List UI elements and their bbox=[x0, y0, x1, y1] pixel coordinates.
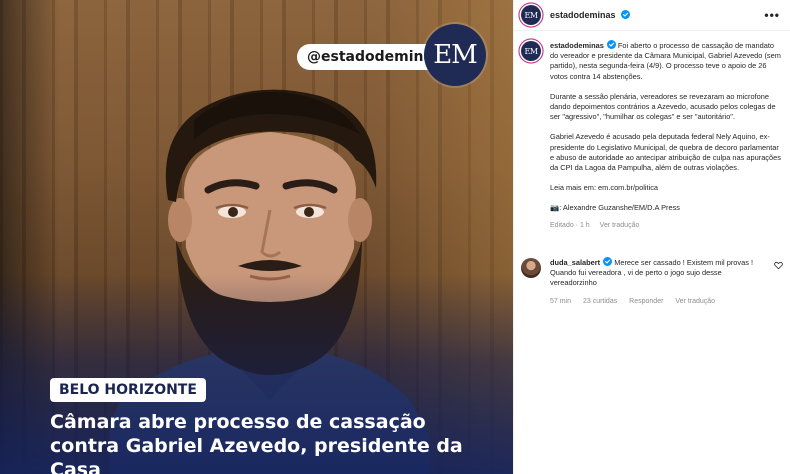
like-heart-icon[interactable] bbox=[774, 261, 783, 270]
caption-avatar[interactable]: EM bbox=[521, 41, 541, 61]
caption-meta: Editado · 1 h Ver tradução bbox=[550, 221, 783, 231]
header-username[interactable]: estadodeminas bbox=[550, 10, 631, 20]
caption-link-line: Leia mais em: em.com.br/politica bbox=[550, 183, 659, 193]
post-header: EM estadodeminas ••• bbox=[514, 0, 790, 31]
post-details-panel: EM estadodeminas ••• EM estadodeminas Fo… bbox=[513, 0, 790, 474]
comment-item: duda_salabert Merece ser cassado ! Exist… bbox=[521, 257, 783, 307]
caption-paragraph: Durante a sessão plenária, vereadores se… bbox=[550, 91, 776, 122]
location-tag: BELO HORIZONTE bbox=[50, 378, 206, 402]
more-options-icon[interactable]: ••• bbox=[764, 8, 780, 22]
comment-meta: 57 min 23 curtidas Responder Ver traduçã… bbox=[550, 297, 770, 307]
verified-badge-icon bbox=[606, 40, 616, 49]
verified-badge-icon bbox=[603, 257, 613, 266]
caption-paragraph: estadodeminas Foi aberto o processo de c… bbox=[550, 40, 783, 82]
comment-time: 57 min bbox=[550, 297, 572, 305]
username-text[interactable]: estadodeminas bbox=[550, 10, 616, 20]
reply-button[interactable]: Responder bbox=[629, 298, 663, 305]
see-translation-link[interactable]: Ver tradução bbox=[600, 222, 640, 229]
photo-credit: 📷: Alexandre Guzanshe/EM/D.A Press bbox=[550, 203, 680, 213]
verified-badge-icon bbox=[621, 10, 631, 19]
caption-body: estadodeminas Foi aberto o processo de c… bbox=[550, 40, 783, 231]
commenter-avatar[interactable] bbox=[521, 258, 541, 278]
caption-paragraph: Gabriel Azevedo é acusado pela deputada … bbox=[550, 132, 781, 173]
image-headline: Câmara abre processo de cassação contra … bbox=[50, 411, 463, 474]
comment-body: duda_salabert Merece ser cassado ! Exist… bbox=[550, 257, 770, 307]
commenter-username[interactable]: duda_salabert bbox=[550, 258, 600, 267]
em-logo: EM bbox=[424, 24, 486, 86]
comment-likes[interactable]: 23 curtidas bbox=[583, 298, 617, 305]
profile-avatar[interactable]: EM bbox=[521, 5, 541, 25]
post-image[interactable]: @estadodeminas EM BELO HORIZONTE Câmara … bbox=[0, 0, 513, 474]
comment-translation-link[interactable]: Ver tradução bbox=[675, 298, 715, 305]
post-caption: EM estadodeminas Foi aberto o processo d… bbox=[521, 40, 783, 231]
edited-timestamp: Editado · 1 h bbox=[550, 221, 590, 229]
caption-username[interactable]: estadodeminas bbox=[550, 41, 604, 50]
